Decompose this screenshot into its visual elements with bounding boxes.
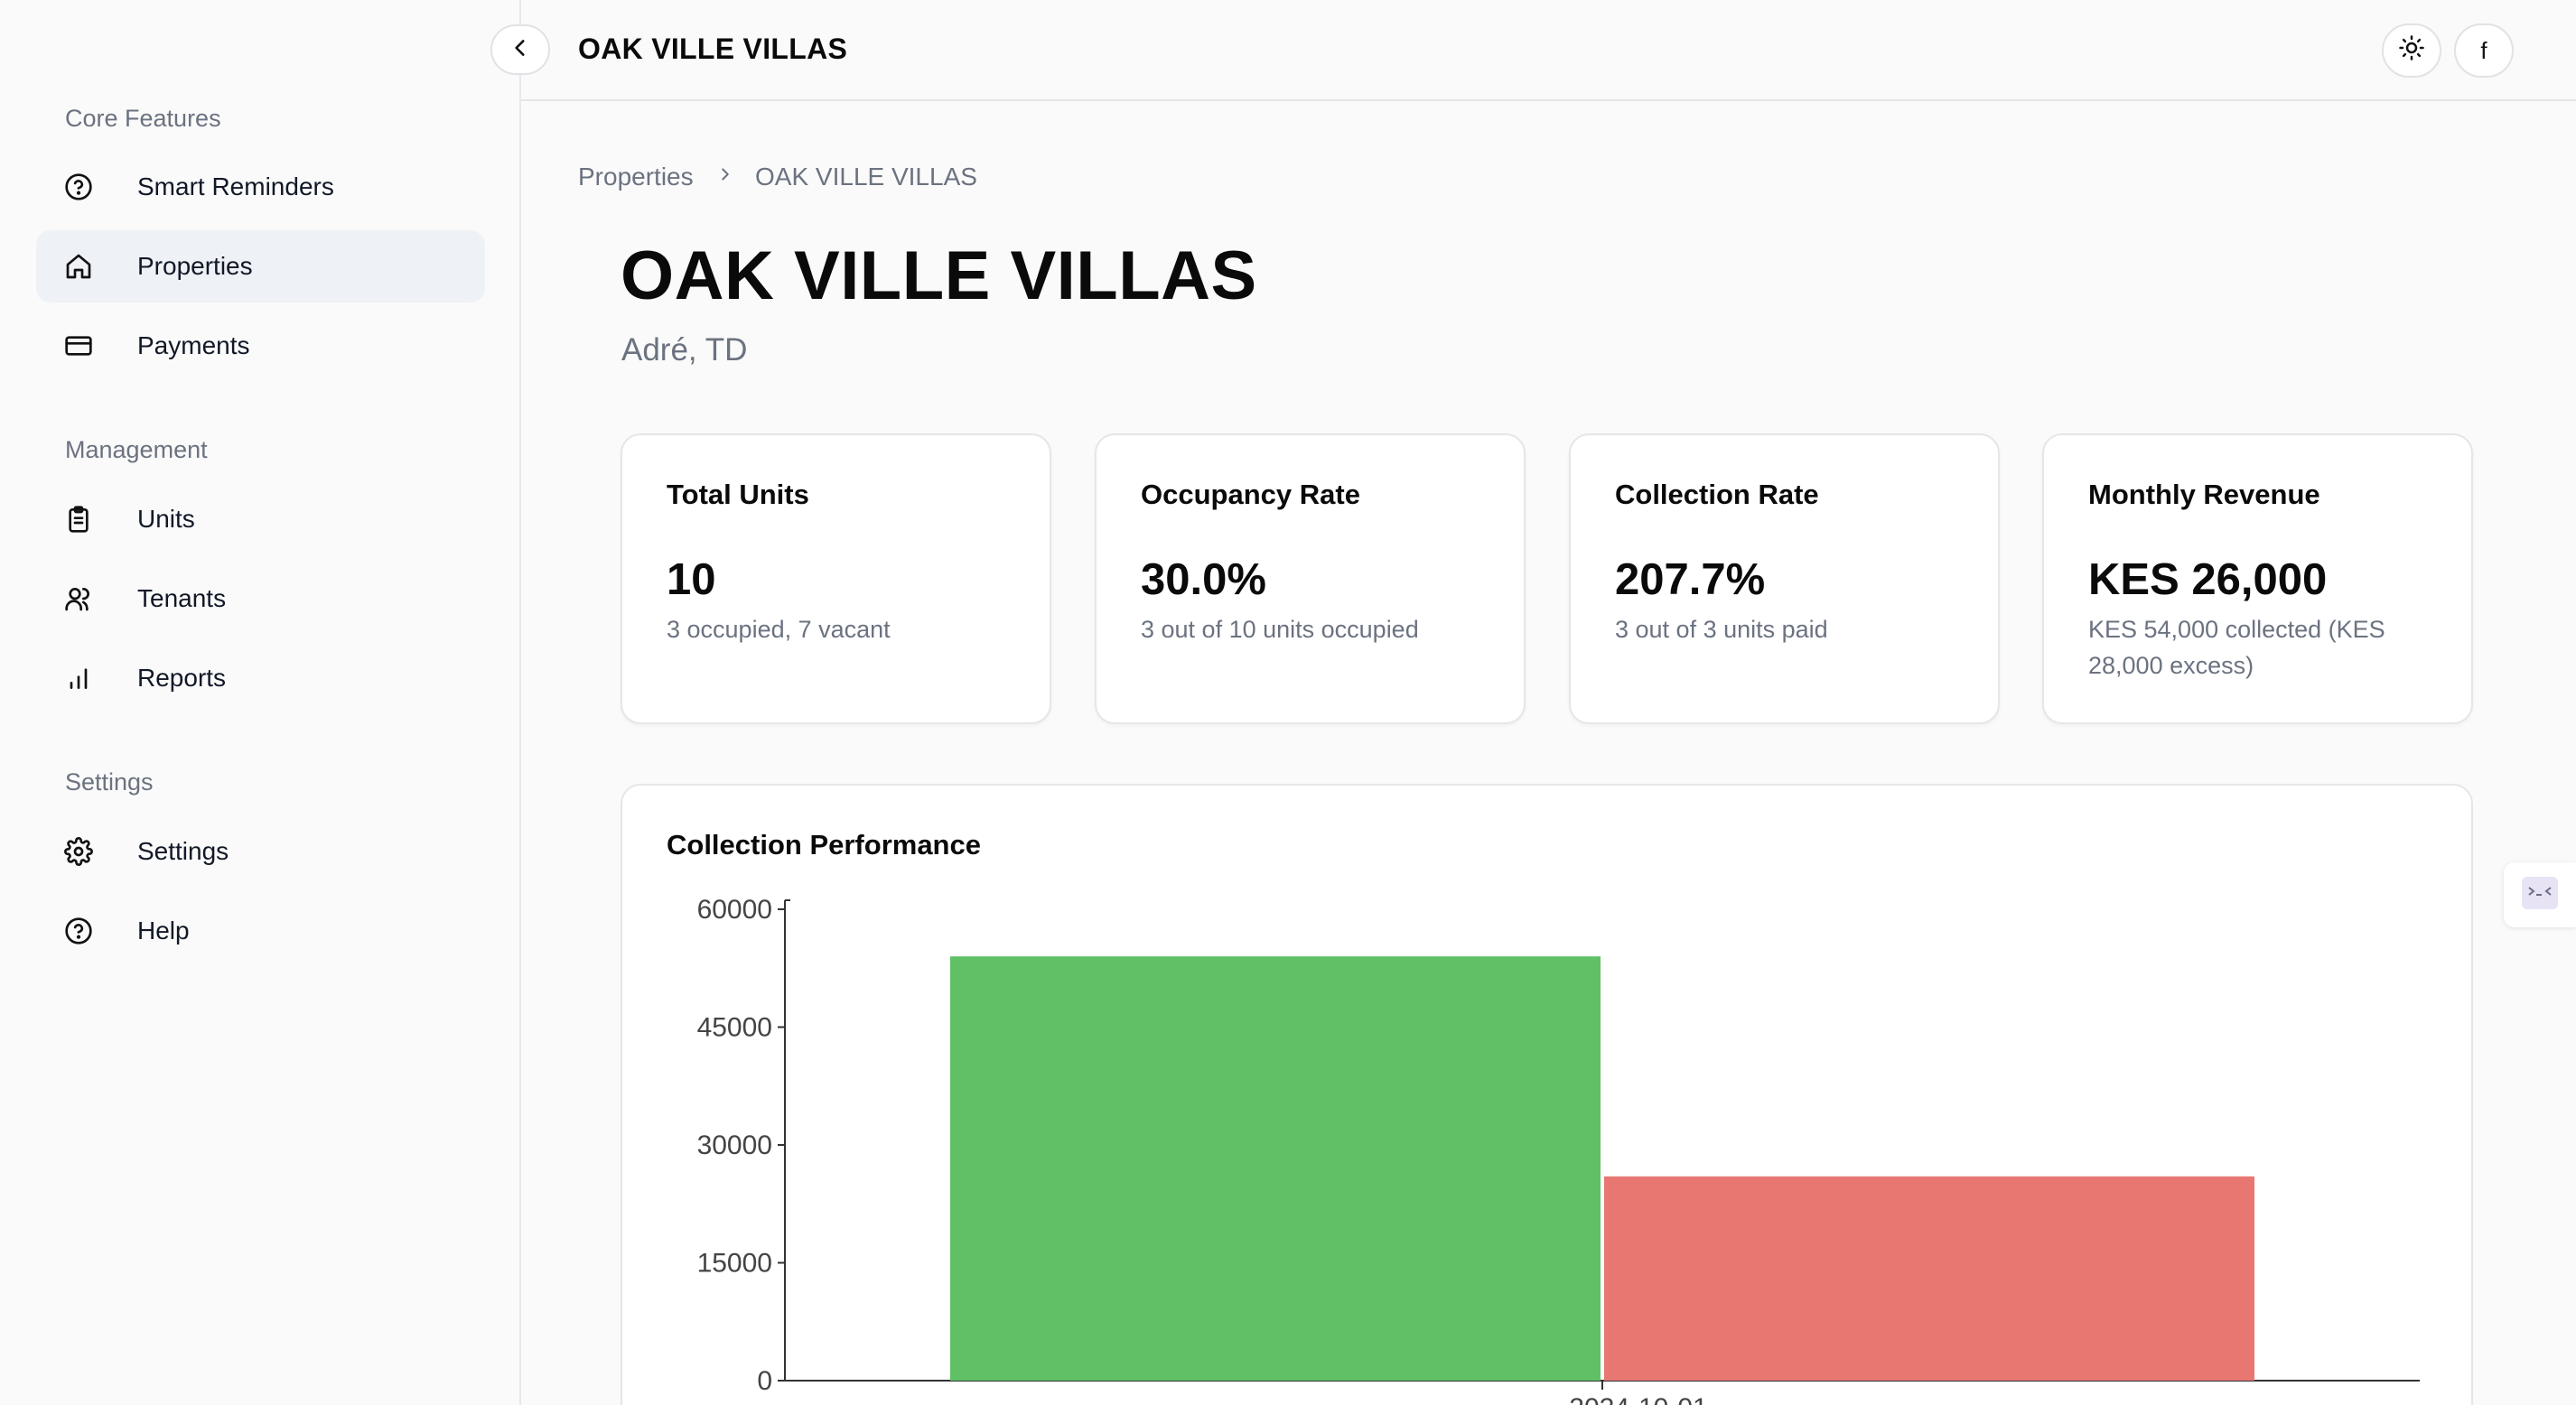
sidebar-item-reports[interactable]: Reports	[36, 642, 485, 714]
sidebar-item-help[interactable]: Help	[36, 895, 485, 967]
sidebar-item-label: Smart Reminders	[137, 172, 334, 200]
clipboard-icon	[63, 504, 94, 535]
sidebar-item-label: Properties	[137, 252, 253, 280]
y-tick-label: 0	[757, 1366, 772, 1396]
stat-title: Occupancy Rate	[1141, 479, 1360, 510]
sidebar-item-smart-reminders[interactable]: Smart Reminders	[36, 151, 485, 223]
stat-title: Collection Rate	[1615, 479, 1819, 510]
stat-card-occupancy-rate: Occupancy Rate 30.0% 3 out of 10 units o…	[1095, 433, 1526, 724]
credit-card-icon	[63, 330, 94, 361]
sidebar-item-properties[interactable]: Properties	[36, 230, 485, 302]
chart-bar	[950, 956, 1601, 1381]
theme-toggle-button[interactable]	[2382, 23, 2441, 78]
stat-description: KES 54,000 collected (KES 28,000 excess)	[2088, 616, 2385, 679]
stat-card-collection-rate: Collection Rate 207.7% 3 out of 3 units …	[1569, 433, 2000, 724]
group-label-core-features: Core Features	[65, 105, 221, 132]
stat-description: 3 out of 10 units occupied	[1141, 616, 1419, 643]
sidebar: Core Features Smart Reminders Properties…	[0, 0, 521, 1405]
chart-bar	[1604, 1176, 2254, 1381]
chevron-right-icon	[715, 161, 735, 194]
bar-chart-icon	[63, 663, 94, 693]
sidebar-item-settings[interactable]: Settings	[36, 815, 485, 888]
help-circle-icon	[63, 172, 94, 202]
sidebar-item-units[interactable]: Units	[36, 483, 485, 555]
breadcrumb-current: OAK VILLE VILLAS	[755, 163, 977, 191]
sidebar-item-label: Help	[137, 917, 190, 944]
sidebar-item-label: Payments	[137, 331, 250, 359]
chevron-left-icon	[509, 36, 532, 64]
breadcrumb-link-properties[interactable]: Properties	[578, 163, 694, 191]
y-tick-label: 45000	[697, 1013, 772, 1043]
stat-value: KES 26,000	[2088, 555, 2328, 604]
sidebar-item-label: Settings	[137, 837, 229, 865]
avatar-letter: f	[2480, 36, 2487, 64]
stat-card-total-units: Total Units 10 3 occupied, 7 vacant	[621, 433, 1051, 724]
y-tick-label: 15000	[697, 1249, 772, 1279]
stat-value: 30.0%	[1141, 555, 1266, 604]
sidebar-item-tenants[interactable]: Tenants	[36, 563, 485, 635]
y-tick-label: 60000	[697, 895, 772, 925]
group-label-settings: Settings	[65, 768, 154, 796]
y-tick-label: 30000	[697, 1131, 772, 1160]
property-location: Adré, TD	[621, 332, 748, 368]
stat-value: 10	[667, 555, 716, 604]
floating-tool-widget[interactable]	[2504, 862, 2576, 927]
stat-value: 207.7%	[1615, 555, 1766, 604]
sun-icon	[2398, 34, 2425, 68]
terminal-icon	[2520, 875, 2560, 916]
sidebar-item-label: Tenants	[137, 584, 227, 612]
group-label-management: Management	[65, 436, 208, 463]
collapse-sidebar-button[interactable]	[490, 24, 550, 75]
sidebar-item-label: Units	[137, 505, 195, 533]
users-icon	[63, 583, 94, 614]
stat-card-monthly-revenue: Monthly Revenue KES 26,000 KES 54,000 co…	[2042, 433, 2473, 724]
sidebar-item-payments[interactable]: Payments	[36, 310, 485, 382]
stat-description: 3 occupied, 7 vacant	[667, 616, 891, 643]
collection-performance-card: Collection Performance 0 15000 30000 45000 6…	[621, 784, 2473, 1405]
help-circle-icon	[63, 916, 94, 946]
page-title: OAK VILLE VILLAS	[621, 237, 1257, 314]
stat-title: Monthly Revenue	[2088, 479, 2320, 510]
header-title: OAK VILLE VILLAS	[578, 33, 848, 65]
gear-icon	[63, 836, 94, 867]
user-avatar-button[interactable]: f	[2454, 23, 2514, 78]
collection-performance-chart: 0 15000 30000 45000 60000 2024-10-01	[697, 895, 2420, 1405]
stat-title: Total Units	[667, 479, 809, 510]
home-icon	[63, 251, 94, 282]
x-tick-label: 2024-10-01	[1569, 1393, 1707, 1405]
stat-description: 3 out of 3 units paid	[1615, 616, 1828, 643]
sidebar-item-label: Reports	[137, 664, 227, 692]
